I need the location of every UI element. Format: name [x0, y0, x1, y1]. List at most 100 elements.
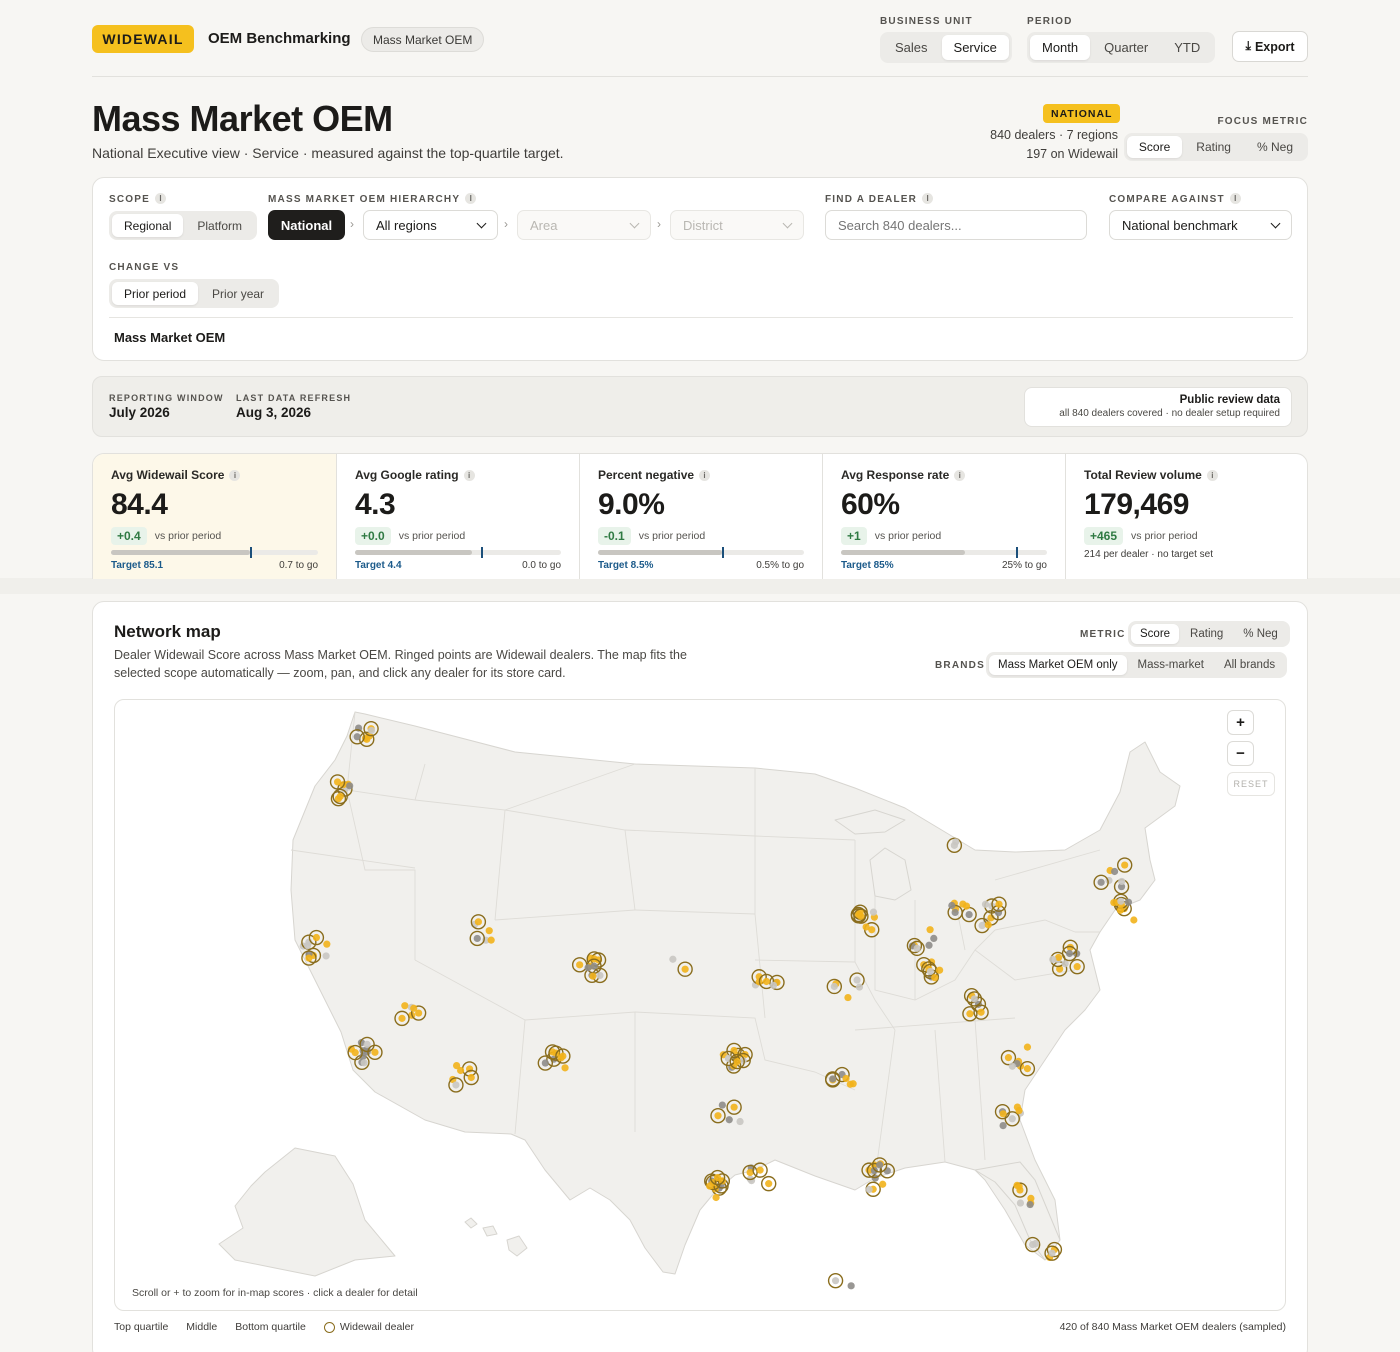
period-quarter[interactable]: Quarter — [1092, 35, 1160, 60]
dealer-point[interactable] — [995, 900, 1003, 908]
dealer-point[interactable] — [474, 918, 482, 926]
dealer-point[interactable] — [876, 1161, 884, 1169]
dealer-point[interactable] — [712, 1193, 720, 1202]
region-select[interactable]: All regions — [363, 210, 498, 240]
kpi-google-rating[interactable]: Avg Google rating i 4.3 +0.0 vs prior peri… — [337, 454, 580, 579]
change-prior-year[interactable]: Prior year — [200, 282, 276, 305]
dealer-point[interactable] — [883, 1167, 891, 1175]
dealer-point[interactable] — [336, 792, 344, 801]
business-unit-service[interactable]: Service — [941, 35, 1009, 60]
info-icon[interactable]: i — [1206, 470, 1218, 481]
dealer-point[interactable] — [1023, 1043, 1032, 1051]
reset-button[interactable]: RESET — [1227, 772, 1275, 796]
focus-score[interactable]: Score — [1126, 136, 1183, 158]
dealer-point[interactable] — [1110, 898, 1118, 907]
dealer-search-input[interactable] — [825, 210, 1087, 240]
map-metric-rating[interactable]: Rating — [1181, 624, 1232, 644]
dealer-point[interactable] — [360, 1059, 368, 1067]
dealer-point[interactable] — [981, 900, 990, 908]
export-button[interactable]: ⤓ Export — [1232, 31, 1308, 62]
dealer-point[interactable] — [1048, 1249, 1056, 1257]
map-metric-score[interactable]: Score — [1131, 624, 1180, 644]
dealer-point[interactable] — [312, 933, 321, 942]
info-icon[interactable]: i — [465, 193, 477, 204]
dealer-point[interactable] — [730, 1103, 738, 1111]
dealer-point[interactable] — [681, 965, 689, 973]
brand-all[interactable]: All brands — [1215, 655, 1284, 675]
dealer-point[interactable] — [844, 993, 852, 1002]
dealer-point[interactable] — [1061, 960, 1069, 968]
focus-rating[interactable]: Rating — [1184, 136, 1243, 158]
dealer-point[interactable] — [1110, 867, 1119, 876]
dealer-point[interactable] — [1023, 1065, 1032, 1073]
dealer-point[interactable] — [305, 954, 313, 962]
zoom-in-button[interactable]: + — [1227, 710, 1254, 735]
dealer-point[interactable] — [1117, 897, 1125, 905]
scope-regional[interactable]: Regional — [112, 214, 184, 237]
dealer-point[interactable] — [541, 1059, 549, 1067]
dealer-point[interactable] — [1097, 878, 1105, 886]
dealer-point[interactable] — [1130, 916, 1138, 924]
business-unit-sales[interactable]: Sales — [883, 35, 940, 60]
dealer-point[interactable] — [951, 908, 959, 917]
dealer-point[interactable] — [948, 901, 956, 910]
dealer-point[interactable] — [870, 1166, 879, 1175]
dealer-point[interactable] — [576, 961, 584, 969]
dealer-point[interactable] — [970, 995, 978, 1003]
info-icon[interactable]: i — [229, 470, 241, 481]
dealer-point[interactable] — [879, 1180, 887, 1188]
dealer-point[interactable] — [842, 1074, 850, 1083]
dealer-point[interactable] — [736, 1117, 744, 1126]
brand-mass-market[interactable]: Mass-market — [1129, 655, 1213, 675]
dealer-point[interactable] — [333, 778, 342, 786]
dealer-point[interactable] — [1004, 1054, 1013, 1062]
dealer-point[interactable] — [669, 955, 677, 963]
dealer-point[interactable] — [401, 1002, 409, 1010]
info-icon[interactable]: i — [463, 470, 475, 481]
dealer-point[interactable] — [1124, 898, 1133, 906]
dealer-point[interactable] — [962, 902, 971, 910]
kpi-widewail-score[interactable]: Avg Widewail Score i 84.4 +0.4 vs prior pe… — [93, 454, 337, 579]
compare-select[interactable]: National benchmark — [1109, 210, 1292, 240]
scope-platform[interactable]: Platform — [185, 214, 254, 237]
info-icon[interactable]: i — [954, 470, 966, 481]
kpi-response-rate[interactable]: Avg Response rate i 60% +1 vs prior period… — [823, 454, 1066, 579]
dealer-point[interactable] — [1073, 963, 1081, 971]
dealer-point[interactable] — [1027, 1194, 1035, 1202]
dealer-point[interactable] — [559, 1052, 567, 1060]
dealer-point[interactable] — [584, 964, 592, 972]
dealer-point[interactable] — [725, 1116, 733, 1124]
dealer-point[interactable] — [765, 1180, 773, 1188]
dealer-point[interactable] — [713, 1173, 722, 1182]
change-prior-period[interactable]: Prior period — [112, 282, 199, 305]
area-select[interactable]: Area — [517, 210, 651, 240]
dealer-point[interactable] — [1013, 1103, 1021, 1111]
dealer-point[interactable] — [589, 972, 597, 980]
dealer-point[interactable] — [756, 1166, 764, 1174]
map-metric-neg[interactable]: % Neg — [1234, 624, 1287, 644]
dealer-point[interactable] — [452, 1081, 460, 1089]
dealer-point[interactable] — [984, 921, 992, 929]
dealer-point[interactable] — [846, 1080, 854, 1088]
brand-oem-only[interactable]: Mass Market OEM only — [989, 655, 1127, 675]
dealer-point[interactable] — [999, 1110, 1007, 1118]
dealer-point[interactable] — [965, 910, 973, 919]
widewail-logo[interactable]: WIDEWAIL — [92, 25, 194, 53]
dealer-point[interactable] — [1049, 955, 1057, 964]
dealer-point[interactable] — [485, 927, 493, 935]
kpi-percent-negative[interactable]: Percent negative i 9.0% -0.1 vs prior peri… — [580, 454, 823, 579]
dealer-point[interactable] — [1121, 861, 1129, 869]
period-month[interactable]: Month — [1030, 35, 1091, 60]
kpi-review-volume[interactable]: Total Review volume i 179,469 +465 vs prio… — [1066, 454, 1307, 579]
dealer-point[interactable] — [473, 934, 481, 943]
dealer-point[interactable] — [930, 934, 938, 942]
dealer-point[interactable] — [769, 981, 778, 989]
dealer-point[interactable] — [831, 1277, 840, 1285]
dealer-point[interactable] — [1008, 1062, 1016, 1070]
map-canvas[interactable]: + − RESET Scroll or + to zoom for in-map… — [114, 699, 1286, 1311]
dealer-point[interactable] — [762, 977, 771, 986]
dealer-point[interactable] — [829, 1075, 837, 1083]
dealer-point[interactable] — [857, 912, 865, 920]
dealer-point[interactable] — [925, 941, 933, 949]
dealer-point[interactable] — [561, 1064, 569, 1072]
